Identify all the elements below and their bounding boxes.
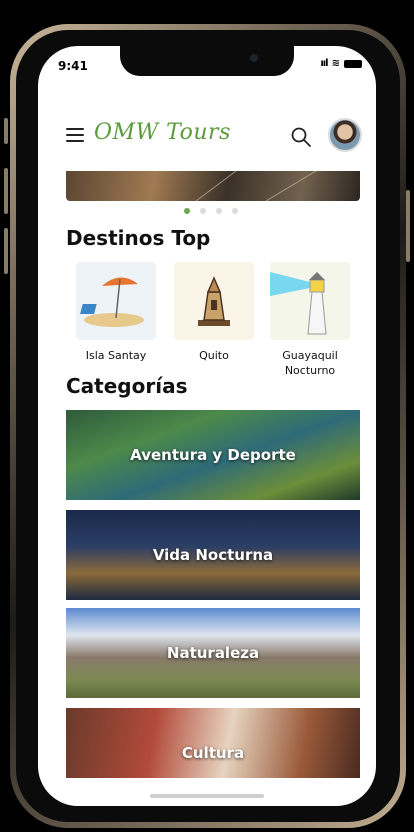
- destino-card-quito[interactable]: Quito: [174, 262, 254, 363]
- destinos-title: Destinos Top: [66, 226, 211, 250]
- carousel-dot[interactable]: [200, 208, 206, 214]
- power-button: [406, 190, 410, 262]
- volume-up-button: [4, 168, 8, 214]
- destino-label: Isla Santay: [85, 349, 147, 362]
- destino-card-guayaquil-nocturno[interactable]: Guayaquil Nocturno: [270, 262, 350, 378]
- hero-road-lines: [195, 170, 317, 202]
- search-icon[interactable]: [290, 126, 312, 148]
- avatar[interactable]: [328, 118, 362, 152]
- app-header: OMW Tours: [38, 116, 376, 158]
- mute-switch: [4, 118, 8, 144]
- carousel-dot[interactable]: [216, 208, 222, 214]
- categoria-label: Naturaleza: [166, 644, 260, 662]
- lighthouse-icon: [270, 262, 350, 340]
- beach-umbrella-icon: [76, 262, 156, 340]
- menu-icon[interactable]: [66, 128, 84, 142]
- volume-down-button: [4, 228, 8, 274]
- notch: [120, 46, 294, 76]
- destino-label: Guayaquil Nocturno: [282, 349, 338, 377]
- phone-screen: 9:41 ııl ≋ OMW Tours Destinos Top Isla S…: [38, 46, 376, 806]
- signal-icon: ııl: [320, 58, 328, 69]
- categoria-label: Cultura: [181, 744, 245, 762]
- home-indicator[interactable]: [150, 794, 264, 798]
- categoria-card-vida-nocturna[interactable]: Vida Nocturna: [66, 510, 360, 600]
- camera-icon: [250, 54, 258, 62]
- destino-card-isla-santay[interactable]: Isla Santay: [76, 262, 156, 363]
- categoria-card-aventura[interactable]: Aventura y Deporte: [66, 410, 360, 500]
- destino-label: Quito: [199, 349, 229, 362]
- categoria-card-cultura[interactable]: Cultura: [66, 708, 360, 778]
- status-icons: ııl ≋: [320, 58, 362, 69]
- carousel-dot[interactable]: [232, 208, 238, 214]
- categoria-label: Aventura y Deporte: [130, 446, 296, 464]
- monument-icon: [174, 262, 254, 340]
- categoria-card-naturaleza[interactable]: Naturaleza: [66, 608, 360, 698]
- battery-icon: [344, 59, 362, 68]
- carousel-dot[interactable]: [184, 208, 190, 214]
- app-logo[interactable]: OMW Tours: [94, 120, 231, 145]
- wifi-icon: ≋: [331, 58, 340, 69]
- status-time: 9:41: [58, 59, 88, 73]
- categorias-title: Categorías: [66, 374, 188, 398]
- hero-carousel-image[interactable]: [66, 170, 360, 202]
- categoria-label: Vida Nocturna: [152, 546, 274, 564]
- carousel-dots: [184, 208, 238, 214]
